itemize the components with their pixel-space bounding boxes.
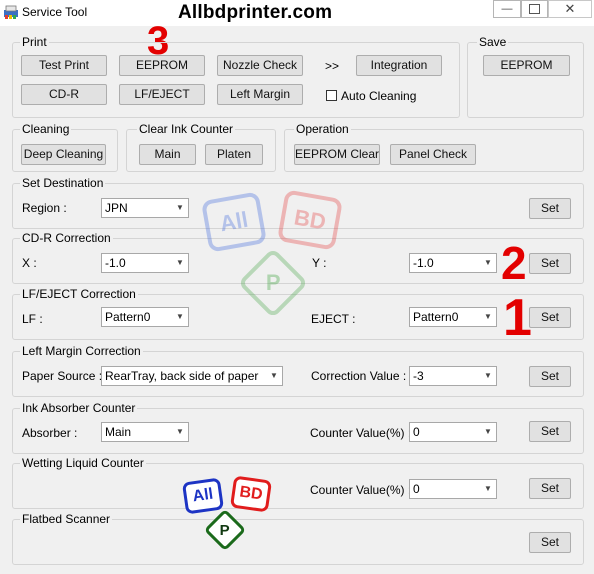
- minimize-button[interactable]: —: [493, 0, 521, 18]
- auto-cleaning-label: Auto Cleaning: [341, 89, 417, 103]
- chevron-down-icon: ▼: [484, 371, 492, 380]
- absorber-value: Main: [105, 425, 132, 439]
- eject-value: Pattern0: [413, 310, 459, 324]
- ink-absorber-set-button[interactable]: Set: [529, 421, 571, 442]
- lf-select[interactable]: Pattern0 ▼: [101, 307, 189, 327]
- y-select[interactable]: -1.0 ▼: [409, 253, 497, 273]
- eeprom-print-button[interactable]: EEPROM: [119, 55, 205, 76]
- print-group-label: Print: [20, 35, 49, 49]
- watermark-bd-text: BD: [292, 204, 328, 235]
- chevron-down-icon: ▼: [270, 371, 278, 380]
- left-margin-set-button[interactable]: Set: [529, 366, 571, 387]
- lf-eject-correction-label: LF/EJECT Correction: [20, 287, 138, 301]
- absorber-select[interactable]: Main ▼: [101, 422, 189, 442]
- deep-cleaning-button[interactable]: Deep Cleaning: [21, 144, 106, 165]
- absorber-counter-value: 0: [413, 425, 420, 439]
- wetting-counter-label: Counter Value(%) :: [310, 483, 412, 497]
- eeprom-clear-button[interactable]: EEPROM Clear: [294, 144, 380, 165]
- integration-button[interactable]: Integration: [356, 55, 442, 76]
- set-destination-label: Set Destination: [20, 176, 106, 190]
- left-margin-button[interactable]: Left Margin: [217, 84, 303, 105]
- arrow-text: >>: [325, 59, 340, 73]
- chevron-down-icon: ▼: [176, 203, 184, 212]
- eject-select[interactable]: Pattern0 ▼: [409, 307, 497, 327]
- test-print-button[interactable]: Test Print: [21, 55, 107, 76]
- maximize-icon: [529, 4, 540, 14]
- cdr-correction-label: CD-R Correction: [20, 231, 113, 245]
- bd-logo-text: BD: [238, 483, 264, 504]
- lf-label: LF :: [22, 312, 43, 326]
- auto-cleaning-checkbox[interactable]: [326, 90, 337, 101]
- correction-value-select[interactable]: -3 ▼: [409, 366, 497, 386]
- eject-label: EJECT :: [311, 312, 356, 326]
- print-group: [12, 42, 460, 118]
- paper-source-value: RearTray, back side of paper: [105, 369, 259, 383]
- lf-eject-button[interactable]: LF/EJECT: [119, 84, 205, 105]
- p-logo-text: P: [219, 521, 231, 539]
- lf-value: Pattern0: [105, 310, 151, 324]
- x-label: X :: [22, 256, 37, 270]
- chevron-down-icon: ▼: [176, 312, 184, 321]
- correction-value-label: Correction Value :: [311, 369, 407, 383]
- paper-source-label: Paper Source :: [22, 369, 103, 383]
- window-title: Service Tool: [22, 5, 88, 19]
- set-destination-set-button[interactable]: Set: [529, 198, 571, 219]
- wetting-counter-select[interactable]: 0 ▼: [409, 479, 497, 499]
- all-logo: All: [181, 477, 225, 515]
- all-logo-text: All: [191, 485, 215, 506]
- x-value: -1.0: [105, 256, 126, 270]
- absorber-label: Absorber :: [22, 426, 78, 440]
- printer-app-icon: [3, 4, 19, 20]
- y-value: -1.0: [413, 256, 434, 270]
- clear-ink-counter-group-label: Clear Ink Counter: [137, 122, 236, 136]
- minimize-icon: —: [501, 3, 513, 15]
- region-select[interactable]: JPN ▼: [101, 198, 189, 218]
- chevron-down-icon: ▼: [176, 427, 184, 436]
- x-select[interactable]: -1.0 ▼: [101, 253, 189, 273]
- cdr-button[interactable]: CD-R: [21, 84, 107, 105]
- paper-source-select[interactable]: RearTray, back side of paper ▼: [101, 366, 283, 386]
- save-group: [467, 42, 584, 118]
- watermark-bd-logo: BD: [276, 189, 344, 251]
- chevron-down-icon: ▼: [484, 258, 492, 267]
- watermark-all-text: All: [217, 206, 250, 237]
- wetting-liquid-label: Wetting Liquid Counter: [20, 456, 146, 470]
- wetting-liquid-set-button[interactable]: Set: [529, 478, 571, 499]
- panel-check-button[interactable]: Panel Check: [390, 144, 476, 165]
- chevron-down-icon: ▼: [484, 484, 492, 493]
- wetting-counter-value: 0: [413, 482, 420, 496]
- watermark-all-logo: All: [200, 191, 268, 253]
- chevron-down-icon: ▼: [176, 258, 184, 267]
- flatbed-scanner-set-button[interactable]: Set: [529, 532, 571, 553]
- clear-platen-button[interactable]: Platen: [205, 144, 263, 165]
- left-margin-correction-label: Left Margin Correction: [20, 344, 143, 358]
- chevron-down-icon: ▼: [484, 312, 492, 321]
- watermark-p-text: P: [265, 270, 281, 295]
- operation-group-label: Operation: [294, 122, 351, 136]
- close-button[interactable]: ✕: [548, 0, 592, 18]
- region-value: JPN: [105, 201, 128, 215]
- bd-logo: BD: [229, 475, 273, 513]
- lf-eject-set-button[interactable]: Set: [529, 307, 571, 328]
- region-label: Region :: [22, 201, 67, 215]
- close-icon: ✕: [564, 1, 576, 16]
- nozzle-check-button[interactable]: Nozzle Check: [217, 55, 303, 76]
- cdr-correction-set-button[interactable]: Set: [529, 253, 571, 274]
- flatbed-scanner-label: Flatbed Scanner: [20, 512, 113, 526]
- y-label: Y :: [312, 256, 327, 270]
- ink-absorber-label: Ink Absorber Counter: [20, 401, 138, 415]
- watermark-text: Allbdprinter.com: [178, 2, 333, 23]
- save-group-label: Save: [477, 35, 509, 49]
- maximize-button[interactable]: [521, 0, 548, 18]
- chevron-down-icon: ▼: [484, 427, 492, 436]
- cleaning-group-label: Cleaning: [20, 122, 72, 136]
- correction-value: -3: [413, 369, 424, 383]
- absorber-counter-label: Counter Value(%) :: [310, 426, 412, 440]
- save-eeprom-button[interactable]: EEPROM: [483, 55, 570, 76]
- clear-main-button[interactable]: Main: [139, 144, 196, 165]
- absorber-counter-select[interactable]: 0 ▼: [409, 422, 497, 442]
